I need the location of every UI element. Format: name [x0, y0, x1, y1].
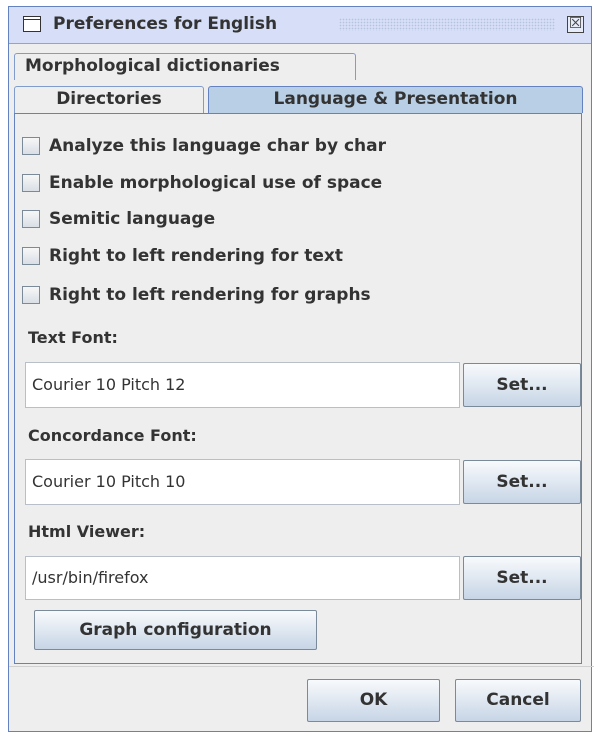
checkbox-box[interactable]	[22, 210, 40, 228]
checkbox-box[interactable]	[22, 286, 40, 304]
ok-button[interactable]: OK	[307, 679, 440, 722]
checkbox-rtl-graphs[interactable]: Right to left rendering for graphs	[22, 281, 371, 309]
checkbox-box[interactable]	[22, 174, 40, 192]
title-bar-grip	[339, 18, 555, 31]
tab-morphological-dictionaries[interactable]: Morphological dictionaries	[14, 53, 356, 80]
tab-language-presentation[interactable]: Language & Presentation	[208, 86, 583, 113]
graph-configuration-button[interactable]: Graph configuration	[34, 610, 317, 650]
text-font-field[interactable]: Courier 10 Pitch 12	[25, 362, 460, 408]
concordance-font-set-button[interactable]: Set...	[463, 460, 581, 504]
checkbox-char-by-char[interactable]: Analyze this language char by char	[22, 132, 386, 160]
window-icon	[23, 16, 41, 32]
close-icon[interactable]: ☒	[567, 16, 584, 33]
checkbox-box[interactable]	[22, 247, 40, 265]
checkbox-label: Analyze this language char by char	[49, 136, 386, 156]
html-viewer-field[interactable]: /usr/bin/firefox	[25, 556, 460, 600]
title-bar[interactable]: Preferences for English ☒	[9, 7, 591, 44]
checkbox-label: Right to left rendering for text	[49, 246, 343, 266]
concordance-font-field[interactable]: Courier 10 Pitch 10	[25, 459, 460, 505]
checkbox-label: Semitic language	[49, 209, 216, 229]
tab-directories[interactable]: Directories	[14, 86, 204, 113]
checkbox-box[interactable]	[22, 137, 40, 155]
checkbox-label: Right to left rendering for graphs	[49, 285, 371, 305]
checkbox-rtl-text[interactable]: Right to left rendering for text	[22, 242, 343, 270]
checkbox-semitic[interactable]: Semitic language	[22, 205, 215, 233]
concordance-font-label: Concordance Font:	[28, 426, 197, 445]
html-viewer-label: Html Viewer:	[28, 522, 146, 541]
checkbox-label: Enable morphological use of space	[49, 173, 383, 193]
footer-divider	[9, 666, 594, 667]
checkbox-morphological-space[interactable]: Enable morphological use of space	[22, 169, 382, 197]
html-viewer-set-button[interactable]: Set...	[463, 556, 581, 600]
text-font-label: Text Font:	[28, 328, 118, 347]
text-font-set-button[interactable]: Set...	[463, 363, 581, 407]
cancel-button[interactable]: Cancel	[455, 679, 581, 722]
window-title: Preferences for English	[53, 14, 278, 34]
